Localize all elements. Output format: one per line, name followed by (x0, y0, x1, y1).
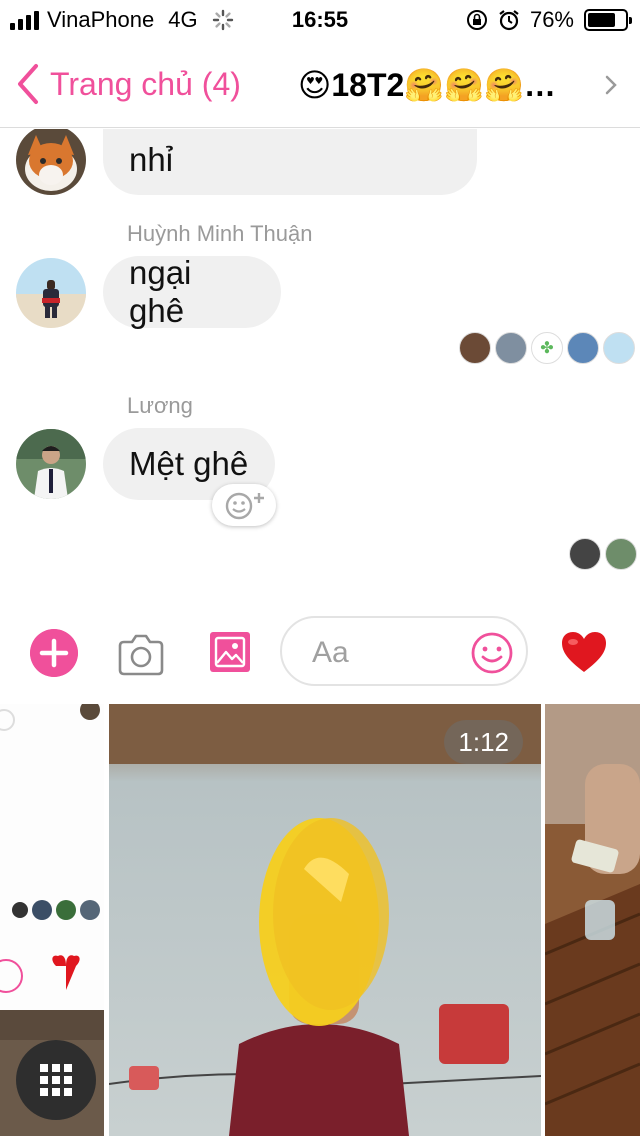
avatar-beach[interactable] (16, 258, 86, 328)
message-placeholder: Aa (312, 636, 349, 669)
back-chevron-icon (18, 64, 38, 104)
media-thumbnail[interactable] (0, 704, 104, 1136)
media-picker: 1:12 (0, 704, 640, 1136)
camera-icon[interactable] (116, 632, 166, 678)
back-button[interactable]: Trang chủ (4) (14, 62, 241, 106)
read-avatar (569, 538, 601, 570)
read-avatar (459, 332, 491, 364)
sender-name: Huỳnh Minh Thuận (127, 221, 313, 246)
emoji-add-icon (225, 492, 264, 520)
media-thumbnail[interactable] (545, 704, 640, 1136)
back-label: Trang chủ (4) (50, 65, 241, 102)
video-duration: 1:12 (444, 720, 523, 764)
photo-preview (545, 704, 640, 1136)
alarm-icon (499, 10, 519, 31)
message-text: ngại ghê (129, 254, 192, 329)
grid-icon (40, 1064, 72, 1096)
read-avatar: ✤ (531, 332, 563, 364)
video-thumbnail[interactable]: 1:12 (109, 704, 541, 1136)
status-bar: VinaPhone 4G 16:55 76% (0, 0, 640, 40)
message-input[interactable]: Aa (280, 616, 528, 686)
message-bubble[interactable]: nhỉ (103, 129, 477, 195)
emoji-icon[interactable] (470, 631, 514, 675)
status-right: 76% (466, 7, 632, 33)
read-receipts (569, 538, 637, 570)
sender-name: Lương (127, 393, 193, 418)
video-preview (109, 704, 541, 1136)
message-list[interactable]: nhỉ Huỳnh Minh Thuận ngại ghê ✤ Lương Mệ… (0, 129, 640, 604)
gallery-icon[interactable] (210, 632, 250, 672)
avatar-luong[interactable] (16, 429, 86, 499)
grid-view-button[interactable] (16, 1040, 96, 1120)
plus-icon[interactable] (30, 629, 78, 677)
conversation-header: Trang chủ (4) 😍18T2🤗🤗🤗… (0, 40, 640, 128)
read-avatar (605, 538, 637, 570)
message-text: Mệt ghê (129, 445, 249, 482)
battery-fill (588, 13, 615, 27)
read-receipts: ✤ (459, 332, 635, 364)
message-bubble[interactable]: ngại ghê (103, 254, 281, 329)
heart-icon[interactable] (560, 630, 608, 674)
battery-percent: 76% (529, 7, 574, 32)
read-avatar (567, 332, 599, 364)
read-avatar (603, 332, 635, 364)
read-avatar (495, 332, 527, 364)
rotation-lock-icon (466, 10, 487, 30)
add-reaction-button[interactable] (212, 484, 276, 526)
battery-icon (584, 9, 632, 31)
avatar-cat[interactable] (16, 129, 86, 195)
chevron-right-icon[interactable] (604, 74, 618, 96)
message-composer: Aa (0, 612, 640, 700)
message-text: nhỉ (129, 141, 174, 178)
conversation-title[interactable]: 😍18T2🤗🤗🤗… (298, 66, 556, 104)
